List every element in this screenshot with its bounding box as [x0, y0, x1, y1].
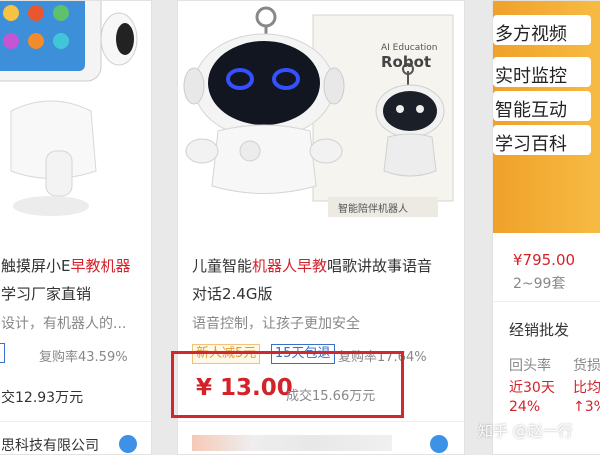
min-order: 2~99套: [513, 276, 566, 292]
section-title: 经销批发: [509, 321, 570, 339]
repurchase-rate: 复购率43.59%: [39, 350, 128, 365]
box-bottom-text: 智能陪伴机器人: [338, 204, 408, 215]
product-card-left[interactable]: 触摸屏小E早教机器 学习厂家直销 设计，有机器人的... 复购率43.59% 交…: [0, 0, 152, 455]
product-subtitle: 设计，有机器人的...: [1, 316, 127, 332]
banner-text-3: 智能互动: [495, 100, 567, 121]
product-title-line1[interactable]: 儿童智能机器人早教唱歌讲故事语音: [192, 255, 432, 276]
product-subtitle: 语音控制，让孩子更加安全: [192, 316, 360, 332]
stat-pct-2: ↑3%: [573, 399, 600, 415]
product-title-line1[interactable]: 触摸屏小E早教机器: [1, 255, 131, 276]
shop-name-blurred[interactable]: [192, 435, 392, 451]
price: ¥795.00: [513, 251, 576, 269]
divider: [0, 421, 151, 422]
tag-partial: [0, 343, 5, 363]
product-card-right[interactable]: 多方视频 实时监控 智能互动 学习百科 ¥795.00 2~99套 经销批发 回…: [492, 0, 600, 455]
product-title-line2[interactable]: 学习厂家直销: [1, 283, 91, 304]
divider: [493, 301, 600, 302]
robot-photo: [183, 6, 454, 217]
robot-tablet-illustration: [0, 1, 151, 233]
product-image-left[interactable]: [0, 1, 151, 233]
stat-pct-1: 24%: [509, 399, 541, 415]
deal-amount: 交12.93万元: [1, 390, 84, 406]
stat-value-1: 近30天: [509, 380, 555, 396]
price-highlight-box: [171, 351, 404, 418]
box-title: Robot: [381, 53, 432, 71]
stat-value-2: 比均: [573, 380, 600, 396]
chat-icon[interactable]: [430, 435, 448, 453]
stat-label-1: 回头率: [509, 358, 551, 374]
product-image-right[interactable]: 多方视频 实时监控 智能互动 学习百科: [493, 1, 600, 233]
product-image-main[interactable]: AI Education Robot 智能陪伴机器人: [178, 1, 464, 233]
product-title-line2[interactable]: 对话2.4G版: [192, 283, 272, 304]
banner-text-1: 多方视频: [495, 24, 567, 45]
box-brand: AI Education: [381, 43, 438, 53]
banner-text-4: 学习百科: [495, 134, 567, 155]
banner-text-2: 实时监控: [495, 66, 567, 87]
shop-name[interactable]: 思科技有限公司: [1, 435, 99, 454]
divider: [178, 421, 464, 422]
chat-icon[interactable]: [119, 435, 137, 453]
stat-label-2: 货损: [573, 358, 600, 374]
watermark: 知乎 @赵一行: [478, 422, 573, 440]
